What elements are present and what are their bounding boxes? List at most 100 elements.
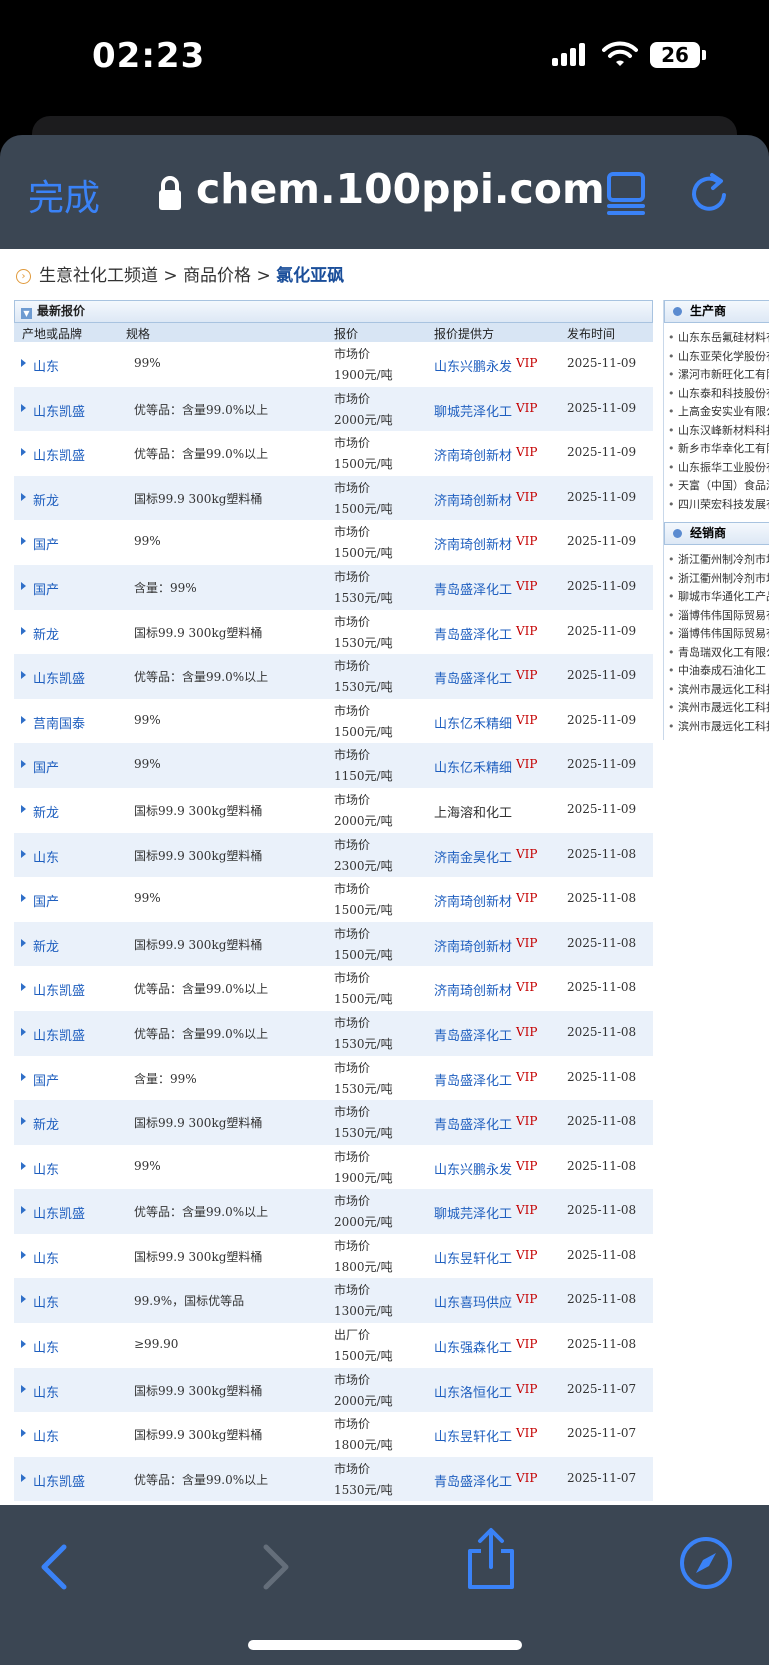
row-supplier-link[interactable]: 青岛盛泽化工 (434, 1025, 512, 1044)
row-origin-link[interactable]: 国产 (33, 757, 59, 776)
row-origin-link[interactable]: 山东凯盛 (33, 1471, 85, 1490)
vip-badge[interactable]: VIP (516, 1070, 537, 1084)
producer-link[interactable]: 漯河市新旺化工有限 (668, 366, 769, 385)
distributor-link[interactable]: 青岛瑞双化工有限公 (668, 644, 769, 663)
row-origin-link[interactable]: 国产 (33, 534, 59, 553)
row-supplier-link[interactable]: 山东兴鹏永发 (434, 356, 512, 375)
distributor-link[interactable]: 滨州市晟远化工科技 (668, 718, 769, 737)
row-origin-link[interactable]: 山东凯盛 (33, 1025, 85, 1044)
reader-icon[interactable] (606, 171, 646, 215)
producer-link[interactable]: 山东泰和科技股份有 (668, 385, 769, 404)
distributor-link[interactable]: 滨州市晟远化工科技 (668, 681, 769, 700)
vip-badge[interactable]: VIP (516, 1114, 537, 1128)
vip-badge[interactable]: VIP (516, 668, 537, 682)
row-supplier-link[interactable]: 青岛盛泽化工 (434, 1114, 512, 1133)
share-icon[interactable] (464, 1527, 518, 1591)
breadcrumb-prices[interactable]: 商品价格 (183, 266, 251, 286)
row-supplier-link[interactable]: 山东昱轩化工 (434, 1426, 512, 1445)
row-supplier-link[interactable]: 聊城芫泽化工 (434, 401, 512, 420)
row-supplier-link[interactable]: 青岛盛泽化工 (434, 1471, 512, 1490)
row-origin-link[interactable]: 山东 (33, 847, 59, 866)
vip-badge[interactable]: VIP (516, 445, 537, 459)
forward-icon[interactable] (260, 1543, 294, 1591)
row-supplier-link[interactable]: 济南琦创新材 (434, 980, 512, 999)
vip-badge[interactable]: VIP (516, 1159, 537, 1173)
row-supplier-link[interactable]: 山东昱轩化工 (434, 1248, 512, 1267)
row-origin-link[interactable]: 山东凯盛 (33, 445, 85, 464)
row-supplier-link[interactable]: 济南琦创新材 (434, 936, 512, 955)
row-supplier-link[interactable]: 山东强森化工 (434, 1337, 512, 1356)
row-origin-link[interactable]: 山东 (33, 1292, 59, 1311)
reload-icon[interactable] (688, 171, 732, 215)
row-supplier-link[interactable]: 聊城芫泽化工 (434, 1203, 512, 1222)
row-origin-link[interactable]: 山东凯盛 (33, 980, 85, 999)
row-supplier-link[interactable]: 山东喜玛供应 (434, 1292, 512, 1311)
row-supplier-link[interactable]: 青岛盛泽化工 (434, 1070, 512, 1089)
back-icon[interactable] (36, 1543, 70, 1591)
producer-link[interactable]: 天富（中国）食品添 (668, 477, 769, 496)
address-bar[interactable]: chem.100ppi.com (196, 165, 605, 213)
vip-badge[interactable]: VIP (516, 490, 537, 504)
breadcrumb-current[interactable]: 氯化亚砜 (276, 266, 344, 286)
done-button[interactable]: 完成 (28, 169, 100, 221)
distributor-link[interactable]: 聊城市华通化工产品 (668, 588, 769, 607)
vip-badge[interactable]: VIP (516, 1292, 537, 1306)
collapse-icon[interactable]: ▼ (21, 308, 32, 319)
row-origin-link[interactable]: 山东凯盛 (33, 668, 85, 687)
row-origin-link[interactable]: 国产 (33, 579, 59, 598)
vip-badge[interactable]: VIP (516, 1025, 537, 1039)
row-supplier-link[interactable]: 上海溶和化工 (434, 802, 512, 821)
producer-link[interactable]: 山东东岳氟硅材料有 (668, 329, 769, 348)
vip-badge[interactable]: VIP (516, 534, 537, 548)
row-supplier-link[interactable]: 济南金昊化工 (434, 847, 512, 866)
distributor-link[interactable]: 淄博伟伟国际贸易有 (668, 625, 769, 644)
row-origin-link[interactable]: 山东凯盛 (33, 1203, 85, 1222)
vip-badge[interactable]: VIP (516, 579, 537, 593)
row-supplier-link[interactable]: 济南琦创新材 (434, 445, 512, 464)
row-origin-link[interactable]: 山东 (33, 1426, 59, 1445)
vip-badge[interactable]: VIP (516, 401, 537, 415)
vip-badge[interactable]: VIP (516, 624, 537, 638)
vip-badge[interactable]: VIP (516, 757, 537, 771)
distributor-link[interactable]: 滨州市晟远化工科技 (668, 699, 769, 718)
row-origin-link[interactable]: 山东 (33, 1337, 59, 1356)
producer-link[interactable]: 山东汉峰新材料科技 (668, 422, 769, 441)
row-supplier-link[interactable]: 青岛盛泽化工 (434, 624, 512, 643)
row-supplier-link[interactable]: 青岛盛泽化工 (434, 668, 512, 687)
vip-badge[interactable]: VIP (516, 936, 537, 950)
vip-badge[interactable]: VIP (516, 1471, 537, 1485)
vip-badge[interactable]: VIP (516, 1382, 537, 1396)
producer-link[interactable]: 山东亚荣化学股份有 (668, 348, 769, 367)
row-origin-link[interactable]: 山东凯盛 (33, 401, 85, 420)
row-origin-link[interactable]: 山东 (33, 1248, 59, 1267)
compass-icon[interactable] (678, 1535, 734, 1591)
row-origin-link[interactable]: 新龙 (33, 936, 59, 955)
vip-badge[interactable]: VIP (516, 1337, 537, 1351)
row-origin-link[interactable]: 山东 (33, 1159, 59, 1178)
row-supplier-link[interactable]: 济南琦创新材 (434, 534, 512, 553)
vip-badge[interactable]: VIP (516, 980, 537, 994)
producer-link[interactable]: 山东振华工业股份有 (668, 459, 769, 478)
vip-badge[interactable]: VIP (516, 713, 537, 727)
row-origin-link[interactable]: 山东 (33, 356, 59, 375)
row-supplier-link[interactable]: 山东兴鹏永发 (434, 1159, 512, 1178)
vip-badge[interactable]: VIP (516, 891, 537, 905)
row-origin-link[interactable]: 国产 (33, 891, 59, 910)
distributor-link[interactable]: 浙江衢州制冷剂市场 (668, 551, 769, 570)
vip-badge[interactable]: VIP (516, 1248, 537, 1262)
vip-badge[interactable]: VIP (516, 1426, 537, 1440)
vip-badge[interactable]: VIP (516, 356, 537, 370)
vip-badge[interactable]: VIP (516, 847, 537, 861)
distributor-link[interactable]: 中油泰成石油化工 (668, 662, 769, 681)
row-supplier-link[interactable]: 济南琦创新材 (434, 891, 512, 910)
row-origin-link[interactable]: 新龙 (33, 802, 59, 821)
vip-badge[interactable]: VIP (516, 1203, 537, 1217)
row-supplier-link[interactable]: 济南琦创新材 (434, 490, 512, 509)
row-origin-link[interactable]: 新龙 (33, 1114, 59, 1133)
row-supplier-link[interactable]: 青岛盛泽化工 (434, 579, 512, 598)
producer-link[interactable]: 上高金安实业有限公 (668, 403, 769, 422)
distributor-link[interactable]: 淄博伟伟国际贸易有 (668, 607, 769, 626)
distributor-link[interactable]: 浙江衢州制冷剂市场 (668, 570, 769, 589)
row-origin-link[interactable]: 新龙 (33, 490, 59, 509)
breadcrumb-channel[interactable]: 生意社化工频道 (39, 266, 158, 286)
